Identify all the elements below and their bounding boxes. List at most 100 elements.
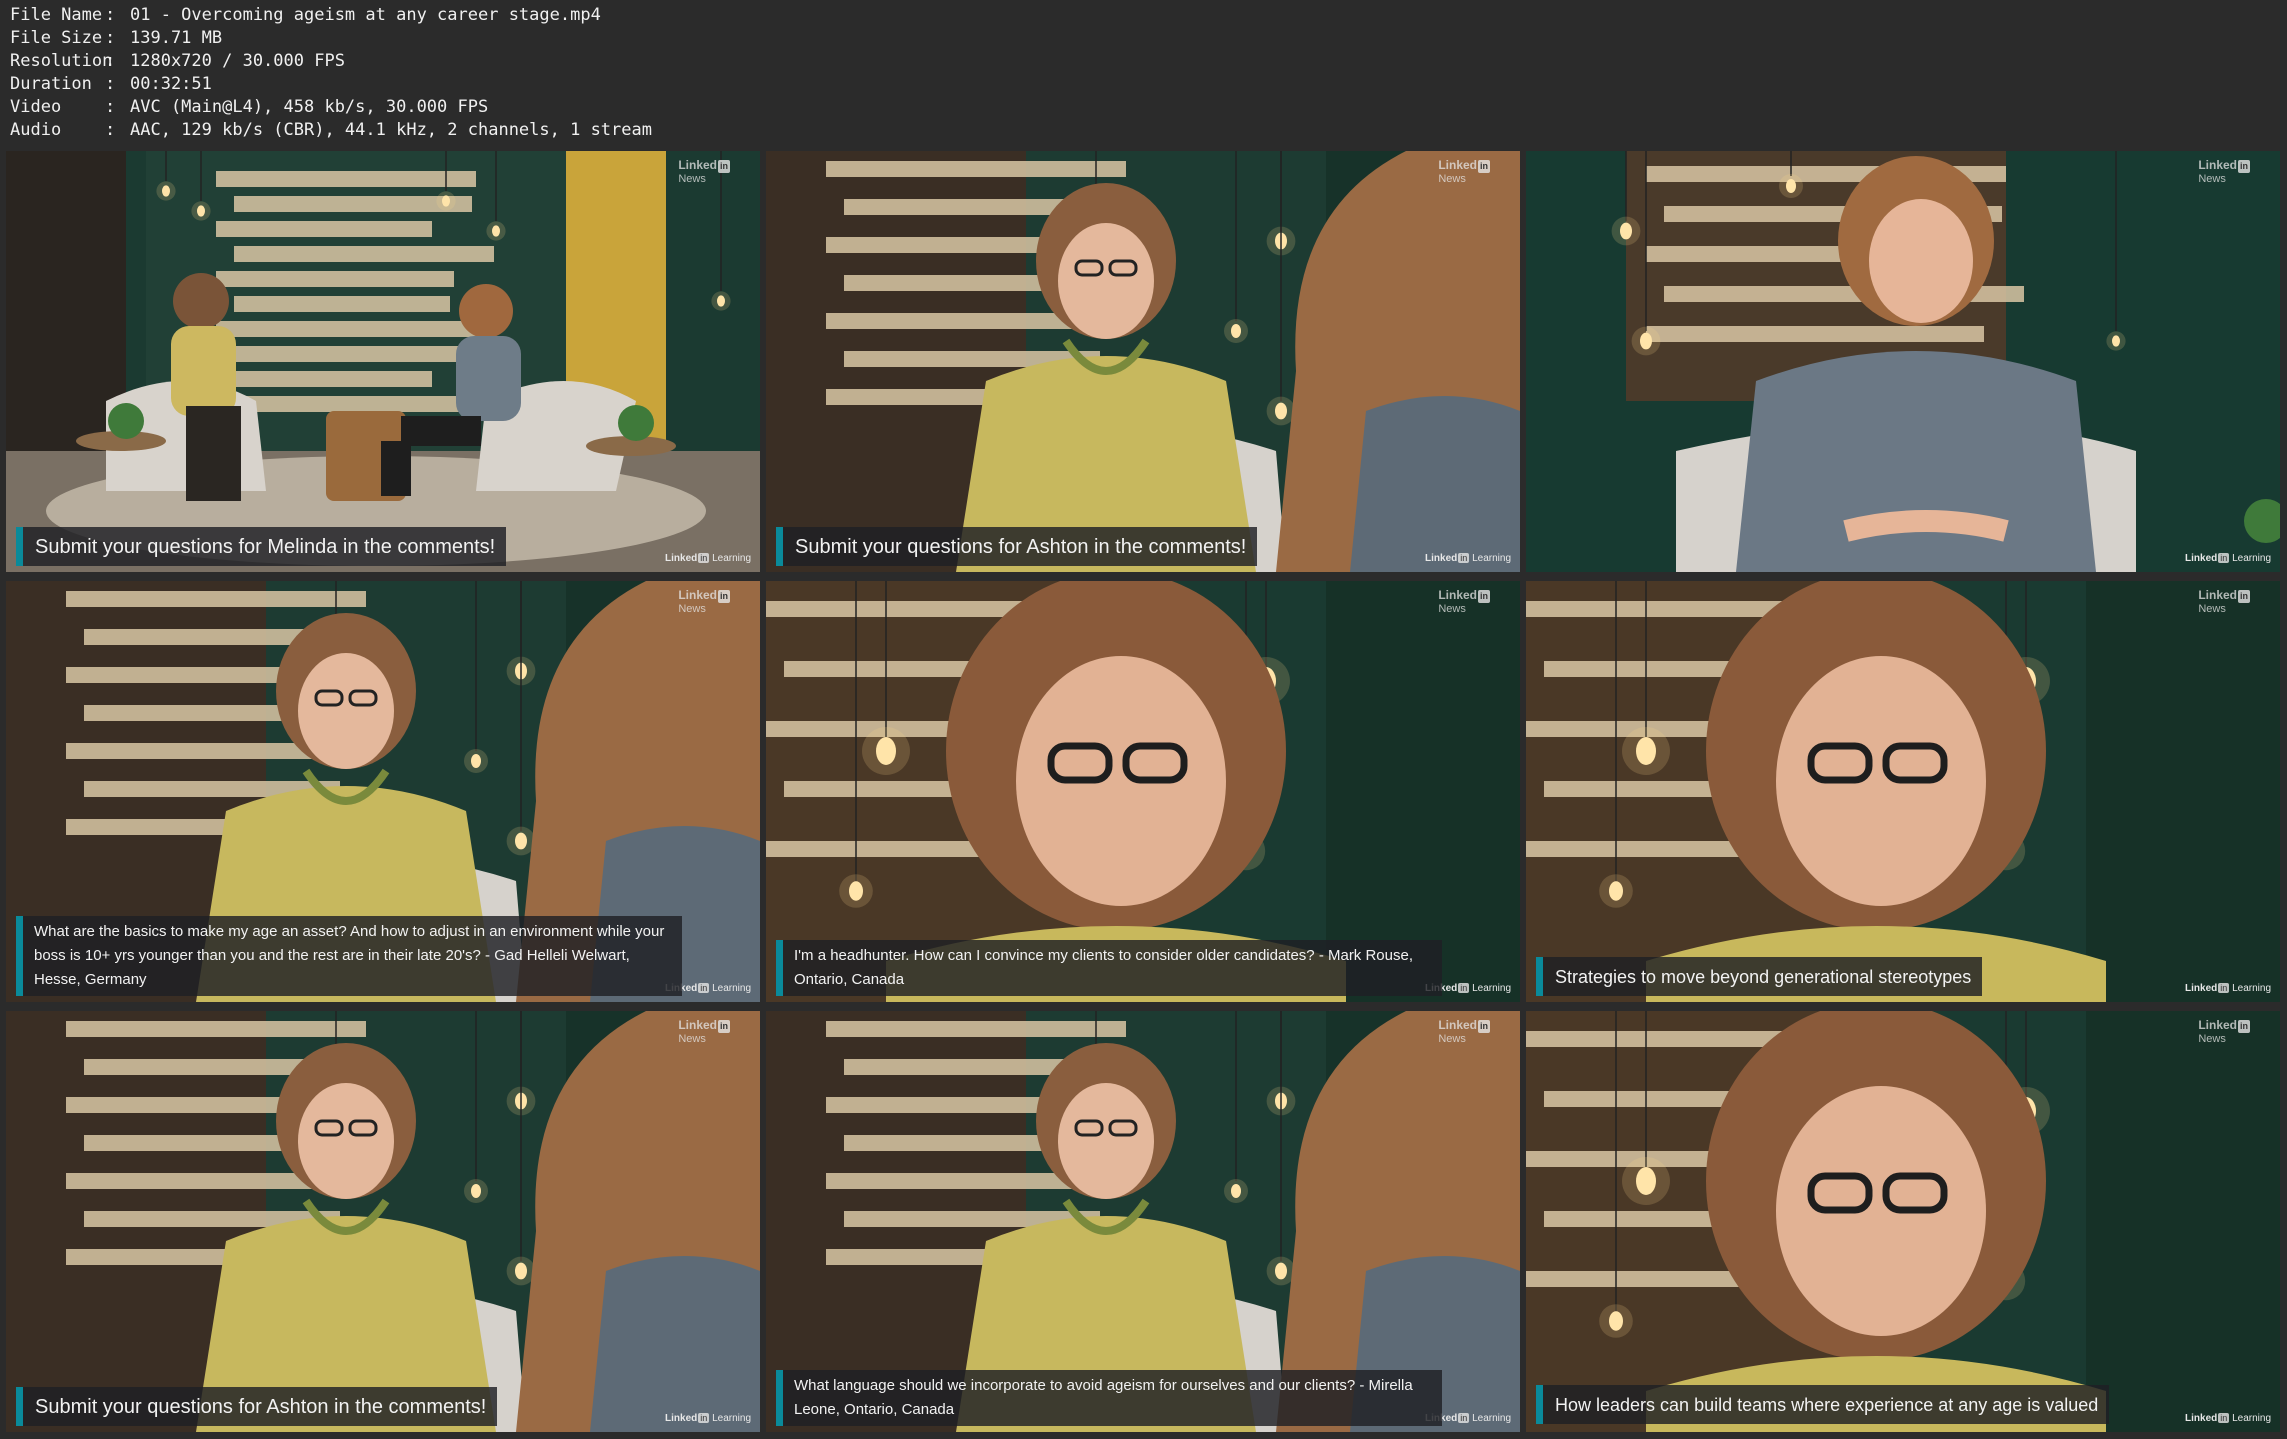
logo-sub-text: Learning bbox=[2232, 553, 2271, 564]
linkedin-news-logo: Linked in News bbox=[678, 1019, 730, 1046]
linkedin-learning-logo: Linkedin Learning bbox=[2185, 1413, 2271, 1424]
file-info-row: Video: AVC (Main@L4), 458 kb/s, 30.000 F… bbox=[10, 97, 489, 117]
video-frame-image bbox=[6, 1011, 760, 1432]
video-frame-thumbnail: Linked in News Linked in Learning Submit your… bbox=[6, 151, 760, 572]
linkedin-news-logo: Linked in News bbox=[1438, 159, 1490, 186]
linkedin-learning-logo: Linkedin Learning bbox=[2185, 553, 2271, 564]
file-info-row: File Size: 139.71 MB bbox=[10, 28, 223, 48]
video-frame-thumbnail: Linked in News Linked in Learning How leaders… bbox=[1526, 1011, 2280, 1432]
logo-sub-text: News bbox=[678, 173, 706, 185]
logo-sub-text: News bbox=[1438, 603, 1466, 615]
linkedin-badge-icon: in bbox=[698, 983, 710, 993]
caption-lower-third: Submit your questions for Ashton in the … bbox=[16, 1387, 498, 1426]
logo-brand-text: Linked bbox=[1438, 588, 1477, 602]
linkedin-badge-icon: in bbox=[2218, 1413, 2230, 1423]
file-info-row: File Name: 01 - Overcoming ageism at any… bbox=[10, 5, 601, 25]
caption-lower-third: Strategies to move beyond generational s… bbox=[1536, 957, 1983, 996]
video-frame-thumbnail: Linked in News Linked in Learning bbox=[1526, 151, 2280, 572]
file-info-value: AAC, 129 kb/s (CBR), 44.1 kHz, 2 channel… bbox=[130, 120, 652, 140]
logo-brand-text: Linked bbox=[2185, 1413, 2218, 1424]
video-frame-image bbox=[766, 1011, 1520, 1432]
linkedin-badge-icon: in bbox=[2238, 1020, 2250, 1033]
linkedin-news-logo: Linked in News bbox=[2198, 159, 2250, 186]
linkedin-badge-icon: in bbox=[718, 1020, 730, 1033]
caption-lower-third: Submit your questions for Ashton in the … bbox=[776, 527, 1258, 566]
linkedin-badge-icon: in bbox=[1458, 1413, 1470, 1423]
linkedin-badge-icon: in bbox=[2238, 590, 2250, 603]
linkedin-badge-icon: in bbox=[718, 590, 730, 603]
linkedin-badge-icon: in bbox=[1478, 1020, 1490, 1033]
logo-brand-text: Linked bbox=[2185, 983, 2218, 994]
video-frame-thumbnail: Linked in News Linked in Learning Submit your… bbox=[766, 151, 1520, 572]
video-frame-thumbnail: LinkedinNewsLinkedin LearningWhat are th… bbox=[6, 581, 760, 1002]
file-info-value: 1280x720 / 30.000 FPS bbox=[130, 51, 345, 71]
logo-brand-text: Linked bbox=[678, 158, 717, 172]
file-info-row: Resolution: 1280x720 / 30.000 FPS bbox=[10, 51, 345, 71]
linkedin-badge-icon: in bbox=[1458, 553, 1470, 563]
linkedin-learning-logo: Linkedin Learning bbox=[1425, 553, 1511, 564]
logo-brand-text: Linked bbox=[678, 1018, 717, 1032]
video-frame-thumbnail: Linked in News Linked in Learning Submit your… bbox=[6, 1011, 760, 1432]
linkedin-learning-logo: Linkedin Learning bbox=[665, 553, 751, 564]
linkedin-badge-icon: in bbox=[698, 553, 710, 563]
logo-sub-text: News bbox=[2198, 173, 2226, 185]
file-info-value: 01 - Overcoming ageism at any career sta… bbox=[130, 5, 601, 25]
linkedin-badge-icon: in bbox=[1458, 983, 1470, 993]
linkedin-badge-icon: in bbox=[1478, 590, 1490, 603]
linkedin-badge-icon: in bbox=[1478, 160, 1490, 173]
logo-sub-text: News bbox=[1438, 173, 1466, 185]
linkedin-news-logo: Linked in News bbox=[1438, 1019, 1490, 1046]
logo-brand-text: Linked bbox=[1438, 158, 1477, 172]
video-frame-image bbox=[766, 581, 1520, 1002]
linkedin-news-logo: Linked in News bbox=[678, 159, 730, 186]
logo-brand-text: Linked bbox=[1425, 553, 1458, 564]
logo-sub-text: Learning bbox=[712, 983, 751, 994]
file-info-key: Resolution bbox=[10, 51, 113, 71]
caption-lower-third: What language should we incorporate to a… bbox=[776, 1370, 1442, 1426]
video-frame-thumbnail: LinkedinNewsLinkedin LearningWhat langua… bbox=[766, 1011, 1520, 1432]
linkedin-news-logo: Linked in News bbox=[2198, 1019, 2250, 1046]
video-frame-thumbnail: Linked in News Linked in Learning Strategies … bbox=[1526, 581, 2280, 1002]
logo-brand-text: Linked bbox=[2198, 158, 2237, 172]
caption-lower-third: I'm a headhunter. How can I convince my … bbox=[776, 940, 1442, 996]
logo-sub-text: Learning bbox=[712, 1413, 751, 1424]
file-info-value: AVC (Main@L4), 458 kb/s, 30.000 FPS bbox=[130, 97, 489, 117]
file-info-key: File Size bbox=[10, 28, 103, 48]
logo-sub-text: Learning bbox=[2232, 1413, 2271, 1424]
logo-brand-text: Linked bbox=[665, 553, 698, 564]
logo-sub-text: Learning bbox=[1472, 1413, 1511, 1424]
linkedin-badge-icon: in bbox=[2218, 553, 2230, 563]
file-info-value: 00:32:51 bbox=[130, 74, 212, 94]
caption-lower-third: How leaders can build teams where experi… bbox=[1536, 1385, 2110, 1424]
file-info-key: File Name bbox=[10, 5, 103, 25]
logo-sub-text: Learning bbox=[1472, 983, 1511, 994]
linkedin-badge-icon: in bbox=[698, 1413, 710, 1423]
caption-lower-third: What are the basics to make my age an as… bbox=[16, 916, 682, 996]
logo-sub-text: News bbox=[1438, 1033, 1466, 1045]
video-frame-image bbox=[1526, 581, 2280, 1002]
logo-sub-text: Learning bbox=[2232, 983, 2271, 994]
video-frame-image bbox=[6, 151, 760, 572]
video-frame-image bbox=[766, 151, 1520, 572]
logo-sub-text: News bbox=[2198, 1033, 2226, 1045]
logo-brand-text: Linked bbox=[678, 588, 717, 602]
logo-brand-text: Linked bbox=[2198, 1018, 2237, 1032]
file-info-key: Audio bbox=[10, 120, 62, 140]
logo-brand-text: Linked bbox=[1438, 1018, 1477, 1032]
thumbnail-grid: Linked in News Linked in Learning Submit your… bbox=[6, 151, 2281, 1433]
linkedin-news-logo: Linked in News bbox=[678, 589, 730, 616]
file-info-row: Duration: 00:32:51 bbox=[10, 74, 212, 94]
linkedin-news-logo: Linked in News bbox=[1438, 589, 1490, 616]
linkedin-learning-logo: Linkedin Learning bbox=[665, 1413, 751, 1424]
linkedin-learning-logo: Linkedin Learning bbox=[2185, 983, 2271, 994]
file-info-panel: File Name: 01 - Overcoming ageism at any… bbox=[10, 4, 652, 142]
caption-lower-third: Submit your questions for Melinda in the… bbox=[16, 527, 507, 566]
video-frame-image bbox=[1526, 1011, 2280, 1432]
linkedin-badge-icon: in bbox=[718, 160, 730, 173]
file-info-value: 139.71 MB bbox=[130, 28, 223, 48]
logo-sub-text: News bbox=[2198, 603, 2226, 615]
linkedin-news-logo: Linked in News bbox=[2198, 589, 2250, 616]
logo-sub-text: News bbox=[678, 1033, 706, 1045]
linkedin-badge-icon: in bbox=[2218, 983, 2230, 993]
logo-brand-text: Linked bbox=[2185, 553, 2218, 564]
